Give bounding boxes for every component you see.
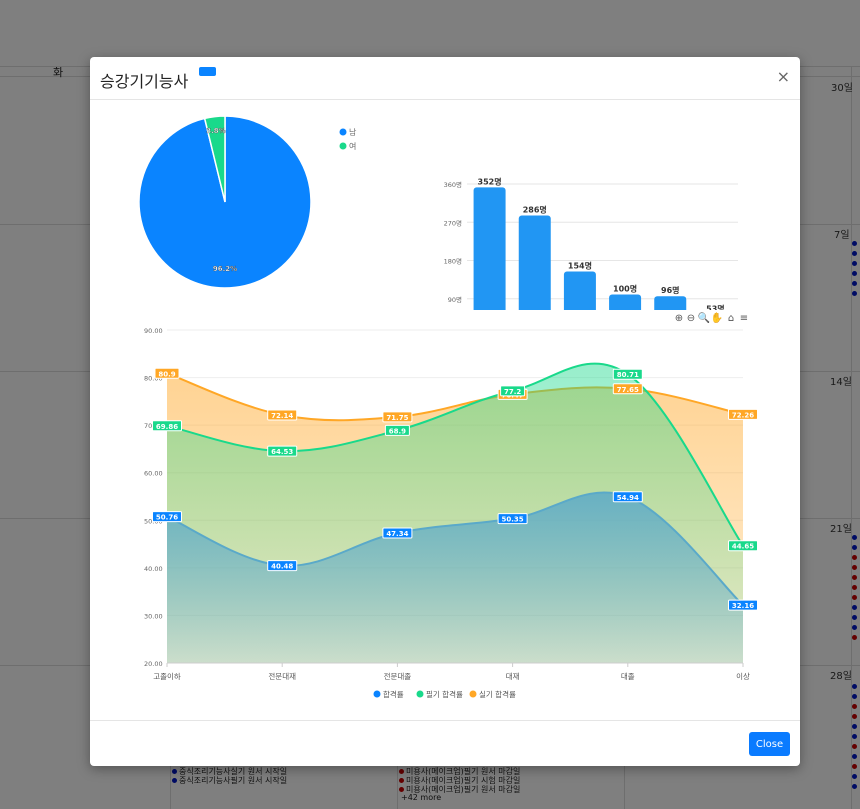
area-data-label: 64.53: [271, 448, 293, 456]
area-data-label: 50.35: [502, 516, 524, 524]
area-data-label: 47.34: [386, 530, 408, 538]
area-y-tick-label: 40.00: [144, 565, 163, 573]
bar-data-label: 96명: [661, 285, 680, 295]
area-x-tick-label: 전문대졸: [384, 671, 412, 681]
legend-label: 여: [349, 141, 356, 151]
area-data-label: 80.71: [617, 371, 639, 379]
area-x-tick-label: 대졸: [621, 672, 635, 681]
menu-icon[interactable]: ≡: [740, 313, 748, 324]
bar[interactable]: [609, 294, 642, 311]
modal-title: 승강기기능사: [100, 72, 189, 91]
chart-toolbar: ⊕ ⊖ 🔍 ✋ ⌂ ≡: [675, 311, 748, 324]
legend-label: 합격률: [383, 689, 404, 699]
bar-data-label: 286명: [523, 204, 547, 214]
bar-y-tick-label: 90명: [448, 295, 462, 304]
area-y-tick-label: 90.00: [144, 327, 163, 335]
modal-header: 승강기기능사 ×: [90, 57, 800, 100]
home-icon[interactable]: ⌂: [728, 313, 734, 324]
bar-y-tick-label: 360명: [444, 180, 462, 189]
bar-data-label: 154명: [568, 261, 592, 271]
area-data-label: 54.94: [617, 494, 639, 502]
area-data-label: 72.14: [271, 412, 293, 420]
modal-footer: Close: [90, 720, 800, 767]
area-data-label: 68.9: [389, 427, 406, 435]
magnify-icon[interactable]: 🔍: [698, 311, 710, 324]
area-x-tick-label: 대재: [506, 672, 520, 681]
bar-data-label: 352명: [478, 176, 502, 186]
legend-marker: [373, 690, 381, 698]
area-y-tick-label: 60.00: [144, 470, 163, 478]
area-data-label: 40.48: [271, 563, 293, 571]
bar[interactable]: [473, 187, 506, 310]
bar-y-tick-label: 270명: [444, 218, 462, 227]
zoom-in-icon[interactable]: ⊕: [675, 313, 683, 324]
bar[interactable]: [563, 271, 596, 310]
area-data-label: 72.26: [732, 411, 754, 419]
area-data-label: 77.2: [504, 388, 521, 396]
area-x-tick-label: 이상: [736, 671, 750, 681]
area-data-label: 44.65: [732, 543, 754, 551]
legend-marker: [469, 690, 477, 698]
bar-data-label: 100명: [613, 284, 637, 294]
close-icon[interactable]: ×: [777, 67, 790, 86]
area-data-label: 32.16: [732, 602, 754, 610]
pass-rate-area-chart: 20.0030.0040.0050.0060.0070.0080.0090.00…: [144, 311, 758, 699]
zoom-out-icon[interactable]: ⊖: [687, 313, 695, 324]
pie-data-label: 96.2%: [213, 265, 237, 273]
close-button[interactable]: Close: [749, 732, 790, 756]
area-data-label: 77.65: [617, 386, 639, 394]
legend-marker: [339, 128, 347, 136]
pie-data-label: 3.8%: [206, 127, 225, 135]
area-y-tick-label: 30.00: [144, 612, 163, 620]
area-data-label: 80.9: [158, 370, 175, 378]
legend-label: 필기 합격률: [426, 689, 463, 699]
bar-y-tick-label: 180명: [444, 257, 462, 266]
area-data-label: 50.76: [156, 514, 178, 522]
stats-modal: 승강기기능사 × 96.2%3.8%남여 0명90명180명270명360명35…: [90, 57, 800, 766]
pan-hand-icon[interactable]: ✋: [711, 311, 723, 324]
area-data-label: 69.86: [156, 423, 178, 431]
area-data-label: 71.75: [386, 414, 408, 422]
area-x-tick-label: 전문대재: [268, 671, 296, 681]
area-x-tick-label: 고졸이하: [153, 671, 181, 681]
gender-pie-chart: 96.2% 3.8% 남여: [138, 115, 357, 289]
age-bar-chart: 0명90명180명270명360명352명10대286명20대154명30대10…: [444, 176, 738, 311]
legend-label: 실기 합격률: [479, 689, 516, 699]
area-y-tick-label: 20.00: [144, 660, 163, 668]
bar[interactable]: [518, 215, 551, 310]
bar[interactable]: [654, 296, 687, 310]
title-badge: [199, 67, 216, 76]
legend-label: 남: [349, 128, 357, 137]
legend-marker: [339, 142, 347, 150]
legend-marker: [416, 690, 424, 698]
